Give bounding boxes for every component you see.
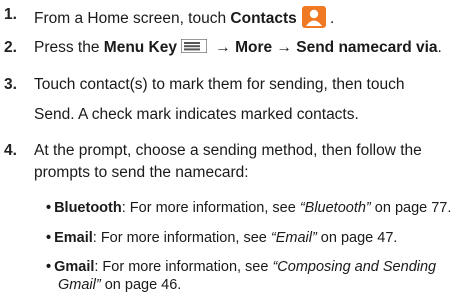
step-number: 3. [4,76,17,93]
contacts-icon [301,6,326,28]
step-number: 1. [4,6,17,23]
step-text: From a Home screen, touch Contacts . [34,6,334,28]
step-text: Press the Menu Key → More → Send namecar… [34,38,442,56]
step-text-line-2: Send. A check mark indicates marked cont… [34,106,359,123]
cross-reference-link[interactable]: Gmail” [58,277,101,293]
contacts-label: Contacts [230,10,297,27]
cross-reference-link[interactable]: “Email” [271,230,317,246]
bullet-gmail: • Gmail: For more information, see “Compo… [46,259,437,275]
cross-reference-link[interactable]: “Composing and Sending [272,259,436,275]
cross-reference-link[interactable]: “Bluetooth” [300,200,371,216]
step-number: 2. [4,39,17,56]
step-number: 4. [4,142,17,159]
step-text-line-1: At the prompt, choose a sending method, … [34,142,422,159]
step-text-line-2: prompts to send the namecard: [34,164,249,181]
instruction-page: 1. From a Home screen, touch Contacts . … [0,0,462,296]
bullet-email: • Email: For more information, see “Email… [46,230,398,246]
bullet-gmail-line-2: Gmail” on page 46. [58,277,182,293]
menu-key-label: Menu Key [103,39,177,56]
step-text-line-1: Touch contact(s) to mark them for sendin… [34,76,405,93]
menu-key-icon [180,38,208,54]
bullet-bluetooth: • Bluetooth: For more information, see “B… [46,200,452,216]
